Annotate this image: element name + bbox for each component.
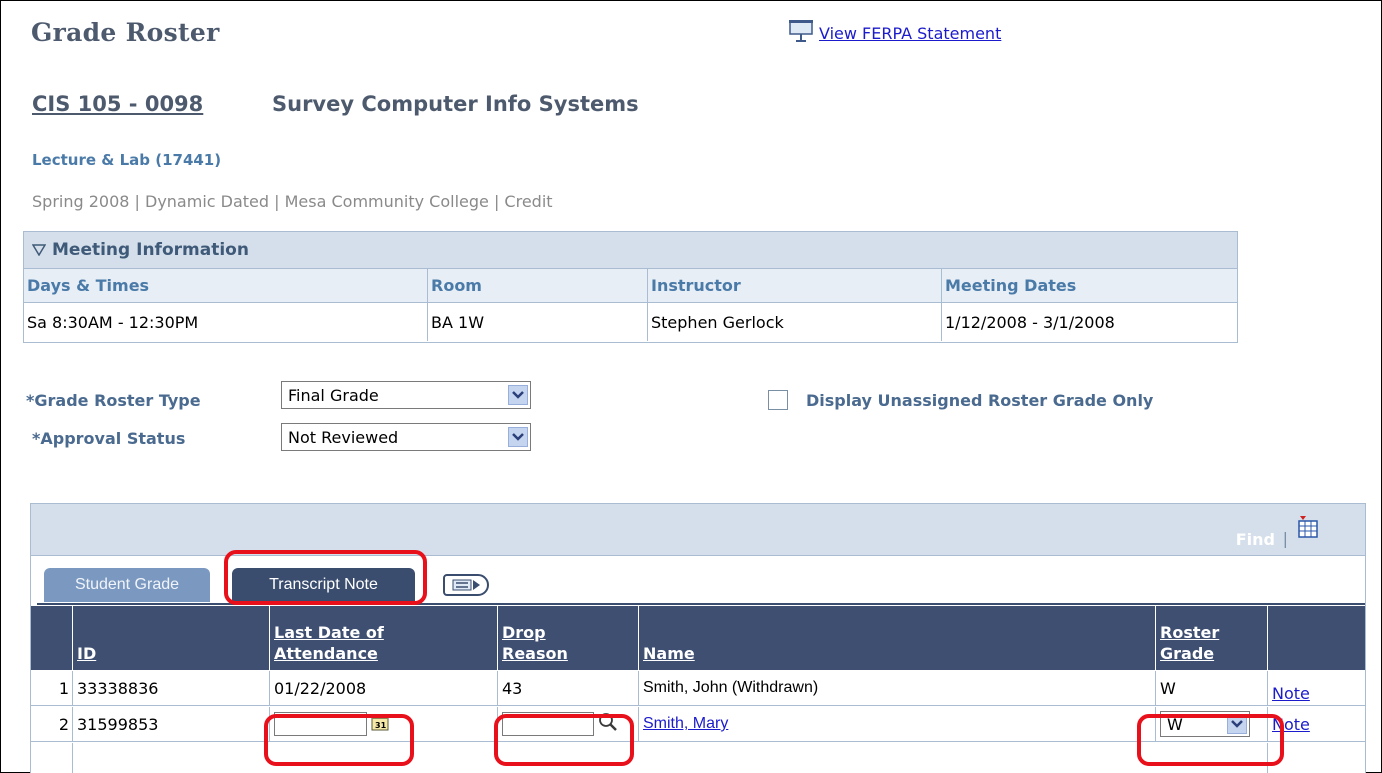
projector-screen-icon: [789, 20, 813, 46]
col-room: Room: [428, 269, 648, 302]
table-row: 1 33338836 01/22/2008 43 Smith, John (Wi…: [31, 671, 1365, 706]
meeting-information-header[interactable]: Meeting Information: [24, 232, 1237, 269]
drop-reason: 43: [498, 671, 639, 705]
highlight-roster-grade-select: [1137, 714, 1284, 766]
tab-student-grade[interactable]: Student Grade: [44, 568, 210, 602]
meeting-instructor: Stephen Gerlock: [648, 303, 942, 341]
triangle-down-icon[interactable]: [31, 241, 47, 260]
ferpa-link-group[interactable]: View FERPA Statement: [789, 20, 1001, 46]
last-date-of-attendance: 01/22/2008: [270, 671, 498, 705]
col-meeting-dates: Meeting Dates: [945, 276, 1077, 295]
roster-grade: W: [1156, 671, 1268, 705]
ferpa-link[interactable]: View FERPA Statement: [819, 24, 1001, 43]
student-name: Smith, John (Withdrawn): [639, 671, 1156, 705]
section-info: Lecture & Lab (17441): [32, 151, 222, 169]
page-title: Grade Roster: [31, 18, 220, 47]
chevron-down-icon[interactable]: [508, 385, 528, 405]
student-id: 31599853: [73, 707, 270, 741]
term-info: Spring 2008 | Dynamic Dated | Mesa Commu…: [32, 192, 553, 211]
col-note: [1268, 606, 1367, 670]
meeting-information-panel: Meeting Information Days & Times Room In…: [23, 231, 1238, 343]
highlight-last-date-input: [264, 714, 414, 766]
approval-status-select[interactable]: Not Reviewed: [281, 423, 531, 451]
unassigned-only-checkbox[interactable]: [768, 390, 788, 410]
meeting-information-title: Meeting Information: [52, 240, 249, 260]
find-link[interactable]: Find: [1236, 530, 1275, 549]
student-id: 33338836: [73, 671, 270, 705]
spreadsheet-download-icon[interactable]: [1298, 516, 1318, 542]
approval-status-value: Not Reviewed: [288, 427, 399, 447]
grid-column-headers: ID Last Date of Attendance Drop Reason N…: [31, 606, 1365, 670]
row-number: 1: [31, 671, 73, 705]
row-number: 2: [31, 707, 73, 741]
note-link[interactable]: Note: [1268, 671, 1367, 705]
student-name-link[interactable]: Smith, Mary: [639, 707, 1156, 741]
meeting-row: Sa 8:30AM - 12:30PM BA 1W Stephen Gerloc…: [24, 303, 1237, 341]
course-title: Survey Computer Info Systems: [272, 92, 639, 116]
meeting-dates: 1/12/2008 - 3/1/2008: [945, 312, 1115, 332]
col-name[interactable]: Name: [639, 606, 1156, 670]
grid-navigation-bar: Find |: [31, 504, 1365, 556]
col-last-date-of-attendance[interactable]: Last Date of Attendance: [270, 606, 498, 670]
row-number: [31, 743, 73, 773]
find-separator: |: [1282, 529, 1288, 548]
col-drop-reason[interactable]: Drop Reason: [498, 606, 639, 670]
col-instructor: Instructor: [648, 269, 942, 302]
chevron-down-icon[interactable]: [508, 427, 528, 447]
show-all-columns-icon[interactable]: [443, 574, 489, 596]
grade-roster-type-value: Final Grade: [288, 385, 379, 405]
unassigned-only-label: Display Unassigned Roster Grade Only: [806, 391, 1154, 410]
grade-roster-type-label: *Grade Roster Type: [26, 391, 201, 410]
col-days-times: Days & Times: [24, 269, 428, 302]
course-code-link[interactable]: CIS 105 - 0098: [32, 92, 203, 116]
meeting-room: BA 1W: [428, 303, 648, 341]
highlight-drop-reason-input: [494, 714, 634, 766]
meeting-days-times: Sa 8:30AM - 12:30PM: [24, 303, 428, 341]
grade-roster-type-select[interactable]: Final Grade: [281, 381, 531, 409]
col-roster-grade[interactable]: Roster Grade: [1156, 606, 1268, 670]
approval-status-label: *Approval Status: [32, 429, 186, 448]
col-row-number: [31, 606, 73, 670]
highlight-transcript-note-tab: [224, 550, 427, 605]
col-id[interactable]: ID: [73, 606, 270, 670]
meeting-column-headers: Days & Times Room Instructor Meeting Dat…: [24, 269, 1237, 303]
